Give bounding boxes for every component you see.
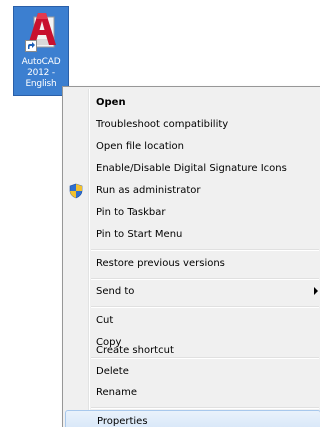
- icon-label-line: English: [25, 79, 57, 89]
- menu-item-label: Open file location: [96, 141, 184, 152]
- menu-separator: [91, 306, 319, 308]
- menu-item-properties[interactable]: Properties: [65, 410, 320, 427]
- menu-item-label: Run as administrator: [96, 185, 201, 196]
- menu-item-label: Pin to Taskbar: [96, 207, 166, 218]
- menu-item-label: Cut: [96, 315, 114, 326]
- menu-item-troubleshoot-compatibility[interactable]: Troubleshoot compatibility: [65, 114, 320, 136]
- menu-item-pin-to-start-menu[interactable]: Pin to Start Menu: [65, 224, 320, 246]
- menu-item-run-as-administrator[interactable]: Run as administrator: [65, 180, 320, 202]
- menu-item-open[interactable]: Open: [65, 92, 320, 114]
- icon-label-line: AutoCAD: [21, 57, 61, 67]
- submenu-arrow-icon: [314, 287, 318, 295]
- menu-separator: [91, 278, 319, 280]
- menu-item-cut[interactable]: Cut: [65, 310, 320, 332]
- autocad-desktop-shortcut[interactable]: AutoCAD 2012 - English: [13, 6, 69, 96]
- menu-item-digital-signature-icons[interactable]: Enable/Disable Digital Signature Icons: [65, 158, 320, 180]
- menu-item-label: Rename: [96, 387, 138, 398]
- menu-item-label: Pin to Start Menu: [96, 229, 183, 240]
- menu-item-label: Properties: [97, 416, 148, 427]
- menu-separator: [91, 249, 319, 251]
- icon-label-line: 2012 -: [27, 68, 55, 78]
- menu-item-restore-previous-versions[interactable]: Restore previous versions: [65, 253, 320, 275]
- menu-item-pin-to-taskbar[interactable]: Pin to Taskbar: [65, 202, 320, 224]
- menu-item-send-to[interactable]: Send to: [65, 281, 320, 303]
- menu-item-rename[interactable]: Rename: [65, 382, 320, 404]
- desktop-icon-label: AutoCAD 2012 - English: [14, 57, 68, 90]
- menu-item-label: Delete: [96, 366, 129, 377]
- menu-item-open-file-location[interactable]: Open file location: [65, 136, 320, 158]
- menu-item-label: Create shortcut: [96, 345, 174, 356]
- shortcut-arrow-icon: [25, 40, 37, 52]
- menu-item-label: Restore previous versions: [96, 258, 225, 269]
- menu-item-label: Send to: [96, 286, 135, 297]
- menu-item-create-shortcut[interactable]: Create shortcut: [65, 340, 320, 362]
- menu-item-delete[interactable]: Delete: [65, 361, 320, 383]
- menu-item-label: Enable/Disable Digital Signature Icons: [96, 163, 287, 174]
- menu-item-label: Open: [96, 97, 126, 108]
- context-menu: Open Troubleshoot compatibility Open fil…: [62, 86, 320, 427]
- menu-separator: [91, 407, 319, 409]
- desktop: AutoCAD 2012 - English Open Troubleshoot…: [0, 0, 320, 427]
- menu-item-label: Troubleshoot compatibility: [96, 119, 229, 130]
- uac-shield-icon: [68, 183, 84, 199]
